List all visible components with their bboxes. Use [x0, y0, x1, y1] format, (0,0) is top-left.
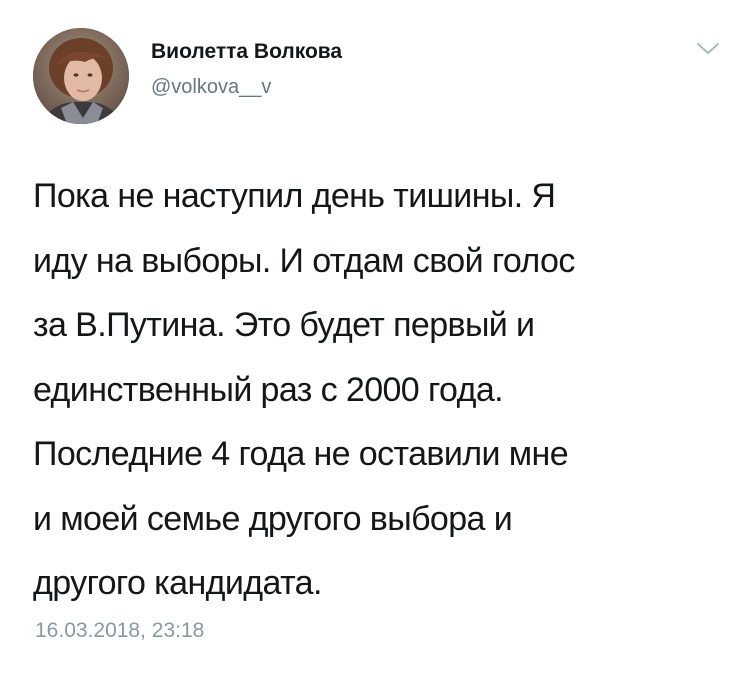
tweet-card: Виолетта Волкова @volkova__v Пока не нас… — [0, 0, 750, 681]
display-name[interactable]: Виолетта Волкова — [151, 40, 342, 64]
tweet-timestamp[interactable]: 16.03.2018, 23:18 — [35, 619, 204, 643]
tweet-text: Пока не наступил день тишины. Я иду на в… — [33, 177, 575, 602]
user-handle[interactable]: @volkova__v — [151, 76, 271, 99]
chevron-down-icon[interactable] — [694, 38, 722, 60]
avatar[interactable] — [33, 28, 129, 124]
